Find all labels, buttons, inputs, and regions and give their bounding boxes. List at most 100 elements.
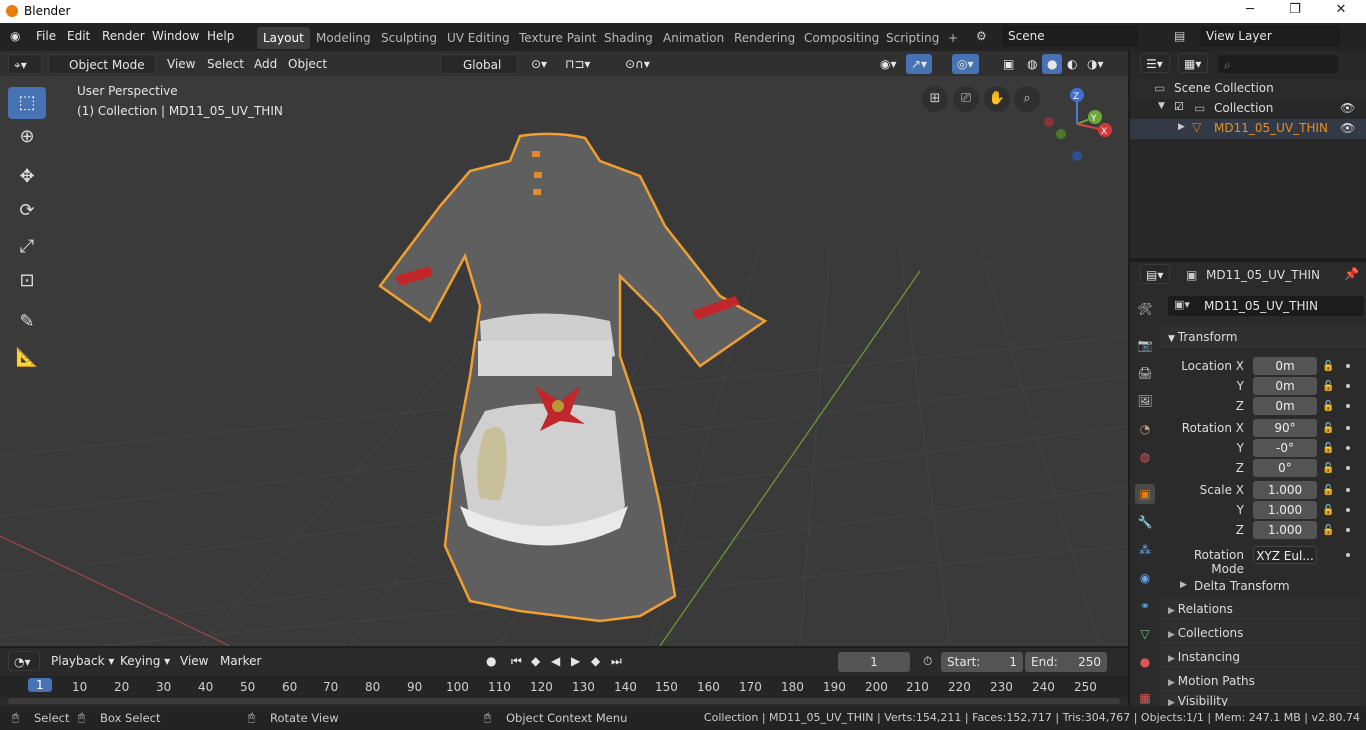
next-keyframe-icon[interactable]: ◆: [586, 651, 605, 671]
tab-uv-editing[interactable]: UV Editing: [441, 27, 516, 49]
annotate-tool[interactable]: ✎: [8, 306, 46, 338]
output-tab-icon[interactable]: 🖨: [1135, 363, 1155, 383]
mode-dropdown[interactable]: Object Mode: [48, 54, 156, 74]
keyframe-dot[interactable]: [1346, 553, 1350, 557]
preview-range-icon[interactable]: ⏱: [918, 651, 937, 671]
jump-start-icon[interactable]: ⏮: [506, 651, 527, 671]
3d-viewport[interactable]: User Perspective (1) Collection | MD11_0…: [0, 76, 1128, 646]
orientation-dropdown[interactable]: Global: [440, 54, 518, 74]
object-tab-icon[interactable]: ▣: [1135, 484, 1155, 504]
gizmo-toggle-icon[interactable]: ↗▾: [906, 54, 933, 74]
properties-editor-icon[interactable]: ▤▾: [1140, 264, 1170, 284]
menu-file[interactable]: File: [36, 29, 56, 43]
delta-transform-panel[interactable]: Delta Transform: [1194, 579, 1290, 593]
location-x-field[interactable]: 0m: [1253, 357, 1317, 375]
tab-compositing[interactable]: Compositing: [798, 27, 885, 49]
tab-animation[interactable]: Animation: [657, 27, 730, 49]
overlay-toggle-icon[interactable]: ◎▾: [952, 54, 979, 74]
menu-object[interactable]: Object: [283, 54, 332, 74]
keyframe-dot[interactable]: [1346, 404, 1350, 408]
rotation-z-field[interactable]: 0°: [1253, 459, 1317, 477]
record-icon[interactable]: ●: [481, 651, 501, 671]
scale-tool[interactable]: ⤢: [8, 231, 46, 263]
scale-x-field[interactable]: 1.000: [1253, 481, 1317, 499]
lock-icon[interactable]: 🔓: [1322, 401, 1334, 412]
keyframe-dot[interactable]: [1346, 528, 1350, 532]
current-frame-field[interactable]: 1: [838, 652, 910, 672]
scale-z-field[interactable]: 1.000: [1253, 521, 1317, 539]
data-tab-icon[interactable]: ▽: [1135, 624, 1155, 644]
frame-marker-current[interactable]: 1: [28, 678, 52, 692]
tab-layout[interactable]: Layout: [257, 27, 310, 49]
motion-paths-panel[interactable]: ▶ Motion Paths: [1160, 670, 1360, 692]
tab-scripting[interactable]: Scripting: [880, 27, 945, 49]
keyframe-dot[interactable]: [1346, 364, 1350, 368]
zoom-icon[interactable]: ⌕: [1014, 86, 1040, 112]
view-layer-tab-icon[interactable]: 🖼: [1135, 391, 1155, 411]
end-frame-field[interactable]: End: 250: [1025, 652, 1107, 672]
keyframe-dot[interactable]: [1346, 426, 1350, 430]
jump-end-icon[interactable]: ⏭: [606, 651, 627, 671]
location-y-field[interactable]: 0m: [1253, 377, 1317, 395]
menu-add[interactable]: Add: [249, 54, 282, 74]
lock-icon[interactable]: 🔓: [1322, 361, 1334, 372]
pin-icon[interactable]: 📌: [1344, 267, 1359, 281]
cursor-tool[interactable]: ⊕: [8, 121, 46, 153]
visibility-panel[interactable]: ▶ Visibility: [1160, 694, 1360, 706]
lock-icon[interactable]: 🔓: [1322, 423, 1334, 434]
modifier-tab-icon[interactable]: 🔧: [1135, 512, 1155, 532]
collection-expand-icon[interactable]: ▼: [1158, 101, 1165, 111]
render-tab-icon[interactable]: 📷: [1135, 335, 1155, 355]
rotation-y-field[interactable]: -0°: [1253, 439, 1317, 457]
world-tab-icon[interactable]: ◍: [1135, 447, 1155, 467]
blender-menu-icon[interactable]: ◉: [10, 29, 20, 43]
object-name-field[interactable]: MD11_05_UV_THIN: [1168, 296, 1364, 316]
timeline-view-menu[interactable]: View: [175, 651, 213, 671]
tab-modeling[interactable]: Modeling: [310, 27, 377, 49]
start-frame-field[interactable]: Start: 1: [941, 652, 1023, 672]
display-mode-icon[interactable]: ▦▾: [1178, 53, 1208, 73]
outliner-collection[interactable]: Collection: [1214, 101, 1273, 115]
scene-tab-icon[interactable]: ◔: [1135, 419, 1155, 439]
datablock-icon[interactable]: ▣▾: [1174, 298, 1190, 311]
tab-texture-paint[interactable]: Texture Paint: [513, 27, 602, 49]
wireframe-shading-icon[interactable]: ◍: [1022, 54, 1042, 74]
lock-icon[interactable]: 🔓: [1322, 443, 1334, 454]
menu-edit[interactable]: Edit: [67, 29, 90, 43]
rotation-mode-dropdown[interactable]: XYZ Eul...: [1253, 546, 1317, 564]
relations-panel[interactable]: ▶ Relations: [1160, 598, 1360, 620]
tab-sculpting[interactable]: Sculpting: [375, 27, 443, 49]
collection-visibility-eye-icon[interactable]: 👁: [1340, 101, 1355, 115]
timeline-editor-icon[interactable]: ◔▾: [8, 651, 40, 671]
marker-menu[interactable]: Marker: [215, 651, 266, 671]
pan-hand-icon[interactable]: ✋: [984, 86, 1010, 112]
keyframe-dot[interactable]: [1346, 488, 1350, 492]
solid-shading-icon[interactable]: ●: [1042, 54, 1063, 74]
lock-icon[interactable]: 🔓: [1322, 505, 1334, 516]
tab-shading[interactable]: Shading: [598, 27, 659, 49]
select-box-tool[interactable]: ⬚: [8, 87, 46, 119]
keying-menu[interactable]: Keying ▾: [115, 651, 175, 671]
texture-tab-icon[interactable]: ▦: [1135, 688, 1155, 708]
move-tool[interactable]: ✥: [8, 161, 46, 193]
navigation-gizmo[interactable]: Z Y X: [1040, 84, 1120, 164]
tool-tab-icon[interactable]: 🛠: [1135, 299, 1155, 319]
scale-y-field[interactable]: 1.000: [1253, 501, 1317, 519]
menu-window[interactable]: Window: [152, 29, 199, 43]
menu-render[interactable]: Render: [102, 29, 145, 43]
object-expand-icon[interactable]: ▶: [1178, 122, 1185, 132]
particles-tab-icon[interactable]: ⁂: [1135, 540, 1155, 560]
rendered-shading-icon[interactable]: ◑▾: [1082, 54, 1109, 74]
physics-tab-icon[interactable]: ◉: [1135, 568, 1155, 588]
transform-tool[interactable]: ⊡: [8, 265, 46, 297]
material-tab-icon[interactable]: ●: [1135, 652, 1155, 672]
lock-icon[interactable]: 🔓: [1322, 463, 1334, 474]
outliner-search-input[interactable]: ⌕: [1218, 55, 1338, 73]
grid-view-icon[interactable]: ⊞: [922, 86, 948, 112]
outliner-scene-collection[interactable]: Scene Collection: [1174, 81, 1274, 95]
camera-view-icon[interactable]: ⎚: [953, 86, 979, 112]
add-workspace-button[interactable]: +: [942, 27, 964, 49]
editor-type-icon[interactable]: ⌖▾: [8, 54, 42, 74]
scene-field[interactable]: Scene: [1002, 26, 1138, 46]
maximize-button[interactable]: ❐: [1285, 2, 1305, 17]
